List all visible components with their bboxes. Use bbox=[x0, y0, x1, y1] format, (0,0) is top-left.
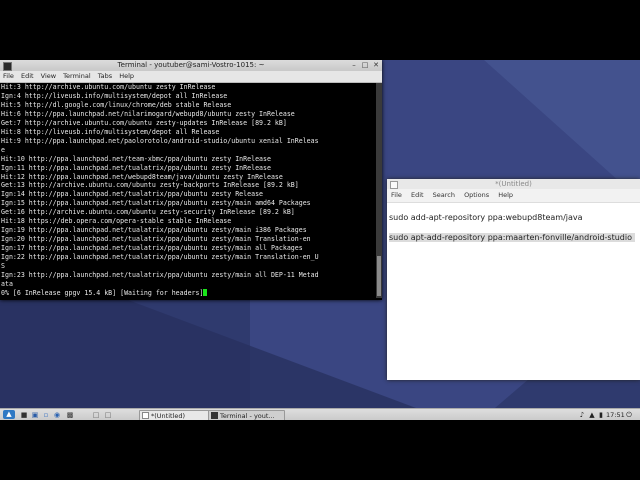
editor-window[interactable]: *(Untitled) File Edit Search Options Hel… bbox=[387, 179, 640, 380]
terminal-line: Hit:12 http://ppa.launchpad.net/webupd8t… bbox=[1, 172, 283, 181]
terminal-line: Get:16 http://archive.ubuntu.com/ubuntu … bbox=[1, 208, 295, 217]
terminal-window[interactable]: Terminal - youtuber@sami-Vostro-1015: ~ … bbox=[0, 60, 382, 300]
terminal-line: Hit:5 http://dl.google.com/linux/chrome/… bbox=[1, 100, 232, 109]
taskbar-task-terminal[interactable]: Terminal - yout... bbox=[208, 410, 285, 420]
terminal-output[interactable]: Hit:3 http://archive.ubuntu.com/ubuntu z… bbox=[0, 83, 376, 298]
editor-text-area[interactable]: sudo add-apt-repository ppa:webupd8team/… bbox=[387, 203, 640, 380]
editor-menu-search[interactable]: Search bbox=[433, 191, 455, 199]
editor-title: *(Untitled) bbox=[495, 180, 532, 188]
file-manager-icon[interactable]: ▫ bbox=[42, 411, 50, 419]
terminal-titlebar[interactable]: Terminal - youtuber@sami-Vostro-1015: ~ … bbox=[0, 60, 382, 71]
desktop: Terminal - youtuber@sami-Vostro-1015: ~ … bbox=[0, 60, 640, 420]
terminal-line: S bbox=[1, 262, 5, 271]
terminal-line: Hit:10 http://ppa.launchpad.net/team-xbm… bbox=[1, 154, 271, 163]
menu-file[interactable]: File bbox=[3, 72, 14, 80]
terminal-title: Terminal - youtuber@sami-Vostro-1015: ~ bbox=[117, 61, 265, 69]
terminal-status-text: 0% [6 InRelease gpgv 15.4 kB] [Waiting f… bbox=[1, 288, 204, 297]
terminal-scrollbar[interactable] bbox=[376, 83, 382, 298]
terminal-line: Get:7 http://archive.ubuntu.com/ubuntu z… bbox=[1, 118, 287, 127]
terminal-line: Ign:15 http://ppa.launchpad.net/tualatri… bbox=[1, 199, 311, 208]
files-icon[interactable]: ■ bbox=[20, 411, 28, 419]
editor-task-icon bbox=[142, 412, 149, 419]
terminal-line: Ign:22 http://ppa.launchpad.net/tualatri… bbox=[1, 253, 319, 262]
terminal-line: Ign:19 http://ppa.launchpad.net/tualatri… bbox=[1, 226, 307, 235]
editor-menu-options[interactable]: Options bbox=[464, 191, 489, 199]
terminal-line: Hit:18 https://deb.opera.com/opera-stabl… bbox=[1, 217, 232, 226]
terminal-line: Hit:8 http://liveusb.info/multisystem/de… bbox=[1, 127, 220, 136]
menu-terminal[interactable]: Terminal bbox=[63, 72, 90, 80]
close-icon[interactable]: ✕ bbox=[371, 60, 381, 71]
task-label: Terminal - yout... bbox=[220, 412, 275, 420]
clock[interactable]: 17:51 bbox=[606, 409, 625, 420]
terminal-line: e bbox=[1, 145, 5, 154]
editor-menu-file[interactable]: File bbox=[391, 191, 402, 199]
menu-view[interactable]: View bbox=[41, 72, 56, 80]
editor-menu-help[interactable]: Help bbox=[498, 191, 513, 199]
maximize-icon[interactable]: □ bbox=[360, 60, 370, 71]
terminal-line: Hit:9 http://ppa.launchpad.net/paoloroto… bbox=[1, 136, 319, 145]
show-desktop-icon[interactable]: ▣ bbox=[31, 411, 39, 419]
terminal-line: Ign:17 http://ppa.launchpad.net/tualatri… bbox=[1, 244, 303, 253]
editor-menu-edit[interactable]: Edit bbox=[411, 191, 424, 199]
editor-menubar: File Edit Search Options Help bbox=[387, 189, 640, 203]
menu-edit[interactable]: Edit bbox=[21, 72, 34, 80]
power-icon[interactable]: ⏻ bbox=[625, 411, 633, 419]
menu-help[interactable]: Help bbox=[119, 72, 134, 80]
terminal-line: Get:13 http://archive.ubuntu.com/ubuntu … bbox=[1, 181, 299, 190]
workspace-2-icon[interactable]: □ bbox=[104, 411, 112, 419]
terminal-cursor bbox=[203, 288, 208, 296]
terminal-task-icon bbox=[211, 412, 218, 419]
start-menu-icon[interactable]: ▲ bbox=[3, 410, 15, 419]
taskbar: ▲ ■ ▣ ▫ ◉ ▩ □ □ *(Untitled) Terminal - y… bbox=[0, 408, 640, 420]
terminal-line: Hit:3 http://archive.ubuntu.com/ubuntu z… bbox=[1, 83, 216, 91]
terminal-line: Ign:11 http://ppa.launchpad.net/tualatri… bbox=[1, 163, 271, 172]
browser-icon[interactable]: ◉ bbox=[53, 411, 61, 419]
editor-line: sudo add-apt-repository ppa:webupd8team/… bbox=[389, 213, 583, 222]
editor-app-icon bbox=[390, 181, 398, 189]
task-label: *(Untitled) bbox=[151, 412, 186, 420]
terminal-line: Ign:20 http://ppa.launchpad.net/tualatri… bbox=[1, 235, 311, 244]
workspace-1-icon[interactable]: □ bbox=[92, 411, 100, 419]
terminal-line: Ign:4 http://liveusb.info/multisystem/de… bbox=[1, 91, 228, 100]
scrollbar-thumb[interactable] bbox=[377, 256, 381, 296]
terminal-launcher-icon[interactable]: ▩ bbox=[66, 411, 74, 419]
terminal-line: Ign:23 http://ppa.launchpad.net/tualatri… bbox=[1, 271, 319, 280]
terminal-status-line: 0% [6 InRelease gpgv 15.4 kB] [Waiting f… bbox=[0, 288, 376, 298]
network-icon[interactable]: ▲ bbox=[588, 411, 596, 419]
editor-line-selected: sudo apt-add-repository ppa:maarten-fonv… bbox=[389, 233, 635, 242]
battery-icon[interactable]: ▮ bbox=[597, 411, 605, 419]
terminal-app-icon bbox=[3, 62, 12, 71]
volume-icon[interactable]: ♪ bbox=[578, 411, 586, 419]
taskbar-task-editor[interactable]: *(Untitled) bbox=[139, 410, 216, 420]
minimize-icon[interactable]: – bbox=[349, 60, 359, 71]
terminal-line: ata bbox=[1, 279, 13, 288]
terminal-line: Ign:14 http://ppa.launchpad.net/tualatri… bbox=[1, 190, 264, 199]
menu-tabs[interactable]: Tabs bbox=[98, 72, 112, 80]
terminal-menubar: File Edit View Terminal Tabs Help bbox=[0, 71, 382, 83]
terminal-line: Hit:6 http://ppa.launchpad.net/nilarimog… bbox=[1, 109, 295, 118]
editor-titlebar[interactable]: *(Untitled) bbox=[387, 179, 640, 189]
